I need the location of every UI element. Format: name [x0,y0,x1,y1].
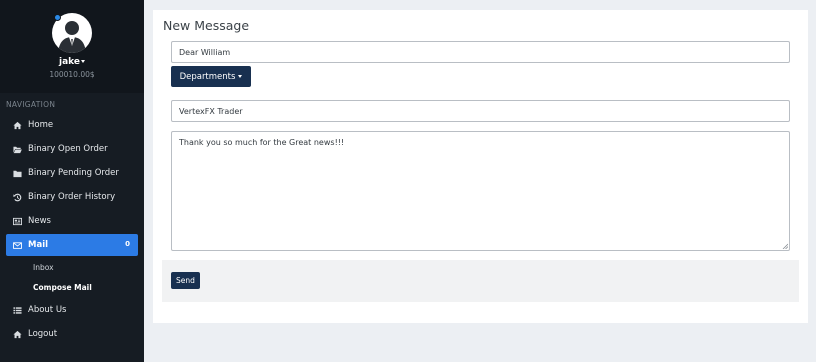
online-status-dot [54,14,61,21]
home-icon [13,121,22,130]
sidebar: jake 100010.00$ NAVIGATION Home Binary O… [0,0,144,362]
subject-value: VertexFX Trader [179,106,243,116]
folder-icon [13,169,22,178]
sidebar-item-home[interactable]: Home [6,114,138,136]
departments-label: Departments [179,71,236,82]
mail-count-badge: 0 [125,240,130,248]
sidebar-item-label: Binary Order History [28,192,116,202]
sidebar-item-mail[interactable]: Mail 0 [6,234,138,256]
nav-heading: NAVIGATION [6,100,56,109]
send-button[interactable]: Send [171,272,200,289]
sidebar-subitem-inbox[interactable]: Inbox [33,263,54,272]
sidebar-item-label: Binary Pending Order [28,168,119,178]
sidebar-item-logout[interactable]: Logout [6,323,138,345]
chevron-down-icon [238,75,243,78]
sidebar-item-about-us[interactable]: About Us [6,299,138,321]
sidebar-item-label: Mail [28,240,49,250]
profile-panel: jake 100010.00$ [0,0,144,93]
sidebar-item-label: Home [28,120,54,130]
envelope-icon [13,241,22,250]
chevron-down-icon [81,60,85,63]
message-body-textarea[interactable]: Thank you so much for the Great news!!! [171,131,790,251]
folder-open-icon [13,145,22,154]
history-icon [13,193,22,202]
sidebar-subitem-compose-mail[interactable]: Compose Mail [33,283,92,292]
sidebar-item-binary-open-order[interactable]: Binary Open Order [6,138,138,160]
page-title: New Message [163,18,250,33]
compose-panel: New Message Dear William Departments Ver… [153,10,808,323]
username-dropdown[interactable]: jake [0,57,144,67]
resize-handle-icon[interactable] [782,243,788,249]
departments-dropdown-button[interactable]: Departments [171,66,251,87]
sidebar-item-label: News [28,216,51,226]
sidebar-item-binary-pending-order[interactable]: Binary Pending Order [6,162,138,184]
sidebar-item-label: Logout [28,329,58,339]
home-icon [13,330,22,339]
sidebar-item-label: Binary Open Order [28,144,108,154]
message-body-value: Thank you so much for the Great news!!! [179,138,345,147]
compose-footer: Send [162,260,799,302]
sidebar-item-binary-order-history[interactable]: Binary Order History [6,186,138,208]
account-balance: 100010.00$ [49,70,95,79]
list-icon [13,306,22,315]
recipient-field[interactable]: Dear William [171,41,790,63]
newspaper-icon [13,217,22,226]
subject-field[interactable]: VertexFX Trader [171,100,790,122]
username-text: jake [58,57,80,67]
sidebar-item-label: About Us [28,305,67,315]
sidebar-item-news[interactable]: News [6,210,138,232]
recipient-value: Dear William [179,47,231,57]
